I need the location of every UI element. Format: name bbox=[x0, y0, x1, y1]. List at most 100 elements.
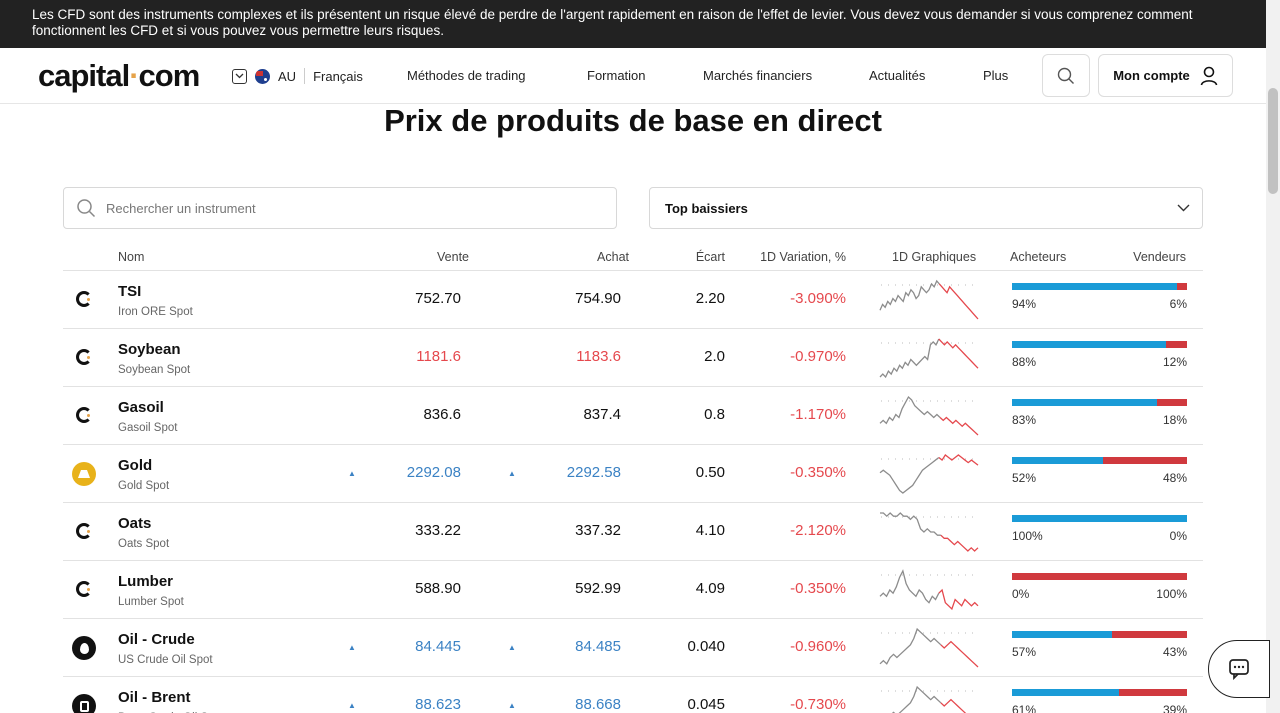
instrument-name[interactable]: Oats bbox=[118, 515, 151, 532]
sellers-bar bbox=[1111, 631, 1187, 638]
sell-price[interactable]: 333.22 bbox=[415, 522, 461, 539]
sparkline-chart bbox=[879, 627, 979, 668]
region-code: AU bbox=[278, 68, 297, 84]
nav-item-education[interactable]: Formation bbox=[587, 68, 646, 83]
spread-value: 0.045 bbox=[687, 696, 725, 713]
table-row[interactable]: TSI Iron ORE Spot 752.70 754.90 2.20 -3.090% 9… bbox=[63, 271, 1203, 329]
sell-price[interactable]: 84.445 bbox=[415, 638, 461, 655]
nav-item-news[interactable]: Actualités bbox=[869, 68, 925, 83]
instrument-table-body: TSI Iron ORE Spot 752.70 754.90 2.20 -3.090% 9… bbox=[63, 271, 1203, 713]
region-language-selector[interactable]: AU Français bbox=[232, 68, 363, 84]
sellers-bar bbox=[1176, 283, 1187, 290]
table-row[interactable]: Soybean Soybean Spot 1181.6 1183.6 2.0 -0.970… bbox=[63, 329, 1203, 387]
table-row[interactable]: Oil - BrentBrent Crude Oil Spot▲▲88.6238… bbox=[63, 677, 1203, 713]
sparkline-earlier-segment bbox=[879, 569, 940, 604]
buy-price[interactable]: 84.485 bbox=[575, 638, 621, 655]
nav-item-more[interactable]: Plus bbox=[983, 68, 1008, 83]
capital-c-logo-icon bbox=[73, 288, 95, 310]
search-button[interactable] bbox=[1042, 54, 1090, 97]
instrument-name[interactable]: Oil - Brent bbox=[118, 689, 191, 706]
sparkline-earlier-segment bbox=[879, 627, 942, 665]
sparkline-recent-segment bbox=[938, 283, 979, 320]
buyers-percent: 57% bbox=[1012, 645, 1037, 659]
column-header-sellers: Vendeurs bbox=[1133, 250, 1186, 264]
buy-price[interactable]: 2292.58 bbox=[567, 464, 621, 481]
sentiment-bar bbox=[1012, 399, 1187, 406]
sparkline-chart bbox=[879, 569, 979, 611]
column-header-spread[interactable]: Écart bbox=[696, 250, 725, 264]
instrument-name[interactable]: Soybean bbox=[118, 341, 181, 358]
instrument-name[interactable]: Oil - Crude bbox=[118, 631, 195, 648]
sentiment-bar bbox=[1012, 631, 1187, 638]
buyers-bar bbox=[1012, 457, 1103, 464]
sellers-percent: 100% bbox=[1156, 587, 1187, 601]
scrollbar-thumb[interactable] bbox=[1268, 88, 1278, 194]
capital-com-logo[interactable]: capital·com bbox=[38, 58, 200, 94]
buy-price[interactable]: 592.99 bbox=[575, 580, 621, 597]
top-navigation: capital·com AU Français Méthodes de trad… bbox=[0, 48, 1266, 104]
instrument-name[interactable]: TSI bbox=[118, 283, 141, 300]
table-row[interactable]: Gasoil Gasoil Spot 836.6 837.4 0.8 -1.170% 83%… bbox=[63, 387, 1203, 445]
sellers-bar bbox=[1118, 689, 1187, 696]
spread-value: 0.8 bbox=[704, 406, 725, 423]
table-row[interactable]: Lumber Lumber Spot 588.90 592.99 4.09 -0.350%… bbox=[63, 561, 1203, 619]
instrument-search[interactable] bbox=[63, 187, 617, 229]
instrument-subtitle: Lumber Spot bbox=[118, 596, 184, 608]
search-icon bbox=[77, 199, 96, 218]
column-header-name[interactable]: Nom bbox=[118, 250, 144, 264]
buyers-bar bbox=[1012, 515, 1187, 522]
sell-price[interactable]: 836.6 bbox=[423, 406, 461, 423]
divider bbox=[304, 68, 306, 84]
sparkline-earlier-segment bbox=[879, 457, 940, 494]
sparkline-earlier-segment bbox=[879, 338, 940, 379]
table-row[interactable]: Oil - Crude US Crude Oil Spot ▲ ▲ 84.445 84.4… bbox=[63, 619, 1203, 677]
user-icon bbox=[1200, 66, 1218, 85]
daily-change: -0.350% bbox=[790, 464, 846, 481]
instrument-name[interactable]: Gold bbox=[118, 457, 152, 474]
risk-warning-banner: Les CFD sont des instruments complexes e… bbox=[0, 0, 1266, 48]
table-row[interactable]: Oats Oats Spot 333.22 337.32 4.10 -2.120% 100%… bbox=[63, 503, 1203, 561]
buy-price[interactable]: 88.668 bbox=[575, 696, 621, 713]
sparkline-chart bbox=[879, 454, 979, 494]
column-header-change[interactable]: 1D Variation, % bbox=[760, 250, 846, 264]
sell-price[interactable]: 1181.6 bbox=[416, 348, 461, 365]
sentiment-bar bbox=[1012, 515, 1187, 522]
chat-support-button[interactable] bbox=[1208, 640, 1270, 698]
buy-price[interactable]: 337.32 bbox=[575, 522, 621, 539]
nav-item-markets[interactable]: Marchés financiers bbox=[703, 68, 812, 83]
column-header-chart: 1D Graphiques bbox=[892, 250, 977, 264]
capital-c-logo-icon bbox=[73, 520, 95, 542]
table-row[interactable]: Gold Gold Spot ▲ ▲ 2292.08 2292.58 0.50 -0.350%… bbox=[63, 445, 1203, 503]
daily-change: -0.730% bbox=[790, 696, 846, 713]
buy-price[interactable]: 837.4 bbox=[583, 406, 621, 423]
sellers-bar bbox=[1157, 399, 1187, 406]
sell-price[interactable]: 588.90 bbox=[415, 580, 461, 597]
instrument-name[interactable]: Gasoil bbox=[118, 399, 164, 416]
sellers-percent: 6% bbox=[1169, 297, 1187, 311]
sparkline-earlier-segment bbox=[879, 395, 941, 425]
instrument-name[interactable]: Lumber bbox=[118, 573, 173, 590]
column-header-sell[interactable]: Vente bbox=[437, 250, 469, 264]
daily-change: -3.090% bbox=[790, 290, 846, 307]
search-input[interactable] bbox=[106, 200, 586, 216]
price-up-tick-icon: ▲ bbox=[508, 701, 516, 710]
buy-price[interactable]: 754.90 bbox=[575, 290, 621, 307]
sell-price[interactable]: 2292.08 bbox=[407, 464, 461, 481]
price-up-tick-icon: ▲ bbox=[348, 469, 356, 478]
sell-price[interactable]: 88.623 bbox=[415, 696, 461, 713]
page-scrollbar[interactable] bbox=[1266, 0, 1280, 713]
my-account-button[interactable]: Mon compte bbox=[1098, 54, 1233, 97]
daily-change: -0.970% bbox=[790, 348, 846, 365]
sparkline-recent-segment bbox=[940, 640, 979, 668]
trader-sentiment: 100% 0% bbox=[1012, 515, 1187, 543]
trader-sentiment: 83% 18% bbox=[1012, 399, 1187, 427]
sparkline-recent-segment bbox=[940, 534, 979, 552]
column-header-buy[interactable]: Achat bbox=[597, 250, 629, 264]
trader-sentiment: 57% 43% bbox=[1012, 631, 1187, 659]
sellers-bar bbox=[1166, 341, 1187, 348]
sell-price[interactable]: 752.70 bbox=[415, 290, 461, 307]
buy-price[interactable]: 1183.6 bbox=[576, 348, 621, 365]
sort-dropdown[interactable]: Top baissiers bbox=[649, 187, 1203, 229]
nav-item-trading-methods[interactable]: Méthodes de trading bbox=[407, 68, 526, 83]
buyers-percent: 83% bbox=[1012, 413, 1037, 427]
